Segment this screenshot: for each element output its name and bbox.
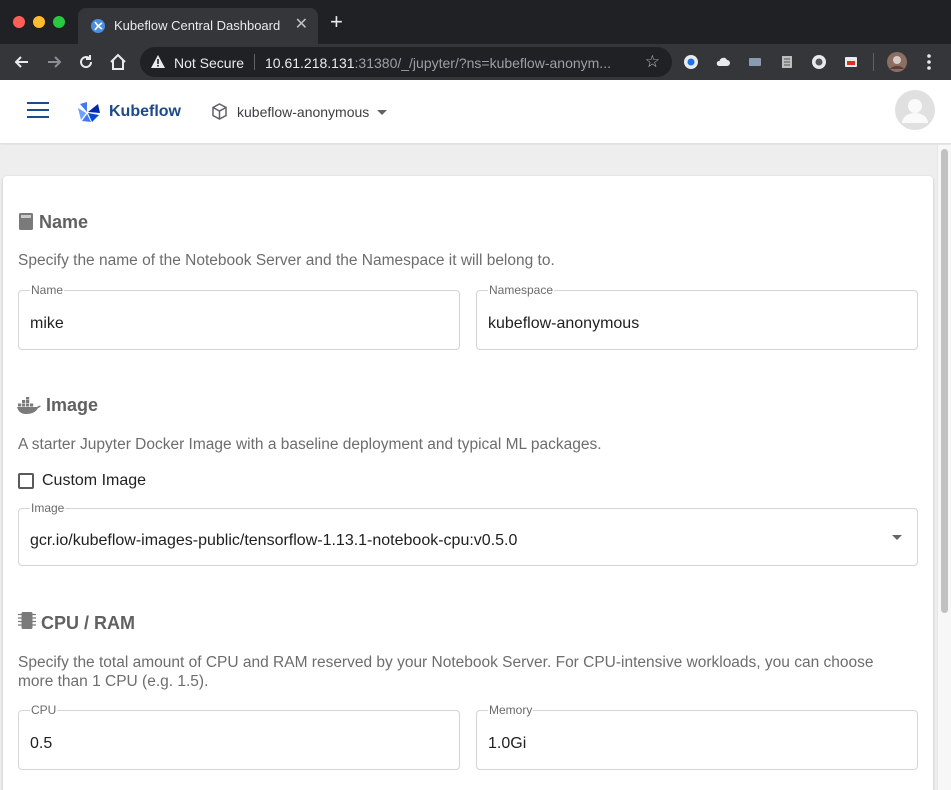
address-separator (254, 54, 255, 70)
browser-tab-bar: Kubeflow Central Dashboard ✕ + (0, 0, 951, 44)
extension-cloud-icon[interactable] (715, 54, 731, 70)
toolbar-divider (873, 53, 874, 71)
cpu-ram-description-line2: more than 1 CPU (e.g. 1.5). (18, 673, 209, 690)
custom-image-checkbox[interactable] (18, 473, 34, 489)
security-label[interactable]: Not Secure (174, 55, 244, 71)
cpu-ram-description-line1: Specify the total amount of CPU and RAM … (18, 654, 874, 671)
image-select[interactable]: Image gcr.io/kubeflow-images-public/tens… (18, 501, 918, 566)
image-select-value[interactable]: gcr.io/kubeflow-images-public/tensorflow… (30, 532, 517, 550)
cube-icon (212, 103, 227, 120)
star-icon[interactable]: ☆ (645, 52, 660, 72)
cpu-field[interactable]: CPU 0.5 (18, 703, 460, 770)
image-select-label: Image (30, 501, 66, 515)
page-scrollbar[interactable] (937, 145, 951, 790)
name-section-description: Specify the name of the Notebook Server … (18, 252, 555, 269)
image-section-title: Image (46, 395, 99, 415)
new-tab-button[interactable]: + (330, 11, 343, 33)
hamburger-menu-icon[interactable] (27, 102, 49, 120)
warning-icon[interactable] (150, 54, 166, 70)
tab-close-icon[interactable]: ✕ (295, 16, 308, 34)
url-path: :31380/_/jupyter/?ns=kubeflow-anonym... (354, 55, 611, 71)
url-host: 10.61.218.131 (265, 55, 355, 71)
name-section-title: Name (39, 212, 89, 232)
avatar-icon[interactable] (895, 90, 935, 130)
docker-whale-icon (17, 397, 41, 414)
memory-field-label: Memory (488, 703, 534, 717)
window-minimize-button[interactable] (33, 16, 45, 28)
namespace-field-label: Namespace (488, 283, 555, 297)
name-field[interactable]: Name mike (18, 283, 460, 350)
chevron-down-icon[interactable] (377, 110, 387, 115)
app-header: Kubeflow kubeflow-anonymous (0, 80, 951, 144)
book-icon (19, 213, 33, 230)
url-text[interactable]: 10.61.218.131:31380/_/jupyter/?ns=kubefl… (265, 55, 630, 71)
cpu-field-label: CPU (30, 703, 58, 717)
forward-arrow-icon[interactable] (44, 52, 64, 72)
window-close-button[interactable] (13, 16, 25, 28)
memory-field[interactable]: Memory 1.0Gi (476, 703, 918, 770)
home-icon[interactable] (108, 52, 128, 72)
extension-layers-icon[interactable] (779, 54, 795, 70)
name-field-value[interactable]: mike (30, 315, 64, 333)
image-section-description: A starter Jupyter Docker Image with a ba… (18, 436, 602, 453)
back-arrow-icon[interactable] (12, 52, 32, 72)
extension-screen-icon[interactable] (747, 54, 763, 70)
kubeflow-logo[interactable] (76, 100, 102, 124)
scrollbar-thumb[interactable] (941, 149, 948, 613)
namespace-selector[interactable]: kubeflow-anonymous (237, 104, 369, 120)
address-bar[interactable]: Not Secure 10.61.218.131:31380/_/jupyter… (140, 47, 672, 77)
memory-field-value[interactable]: 1.0Gi (488, 735, 526, 753)
custom-image-label[interactable]: Custom Image (42, 472, 146, 490)
main-content: Name Specify the name of the Notebook Se… (0, 145, 937, 790)
namespace-field[interactable]: Namespace kubeflow-anonymous (476, 283, 918, 350)
profile-avatar-icon[interactable] (887, 52, 907, 72)
extension-password-icon[interactable] (683, 54, 699, 70)
chip-icon (18, 612, 36, 629)
kubeflow-favicon (91, 19, 105, 33)
browser-toolbar: Not Secure 10.61.218.131:31380/_/jupyter… (0, 44, 951, 80)
app-name[interactable]: Kubeflow (109, 103, 181, 121)
reload-icon[interactable] (76, 52, 96, 72)
namespace-field-value[interactable]: kubeflow-anonymous (488, 315, 639, 333)
chevron-down-icon[interactable] (892, 535, 902, 540)
cpu-ram-section-title: CPU / RAM (41, 613, 135, 633)
window-maximize-button[interactable] (53, 16, 65, 28)
extension-print-icon[interactable] (843, 54, 859, 70)
cpu-field-value[interactable]: 0.5 (30, 735, 52, 753)
notebook-form-card: Name Specify the name of the Notebook Se… (3, 176, 933, 790)
browser-tab[interactable]: Kubeflow Central Dashboard ✕ (78, 8, 318, 44)
name-field-label: Name (30, 283, 65, 297)
extension-circle-icon[interactable] (811, 54, 827, 70)
tab-title: Kubeflow Central Dashboard (114, 18, 281, 33)
browser-menu-icon[interactable] (925, 53, 933, 71)
